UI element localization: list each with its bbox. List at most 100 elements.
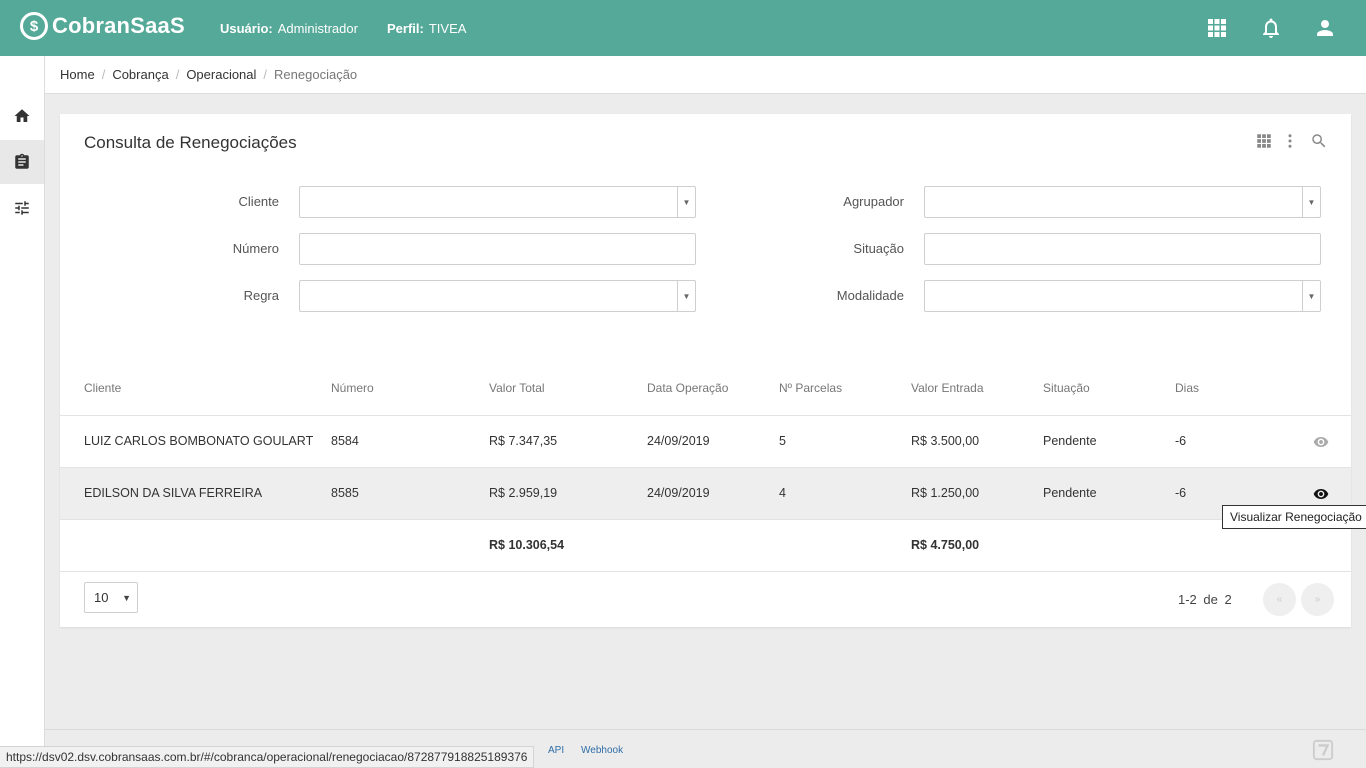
chevron-down-icon[interactable]: ▼ (1302, 187, 1320, 217)
modalidade-label: Modalidade (836, 288, 904, 303)
footer-link-api[interactable]: API (548, 745, 564, 756)
previous-page-button[interactable]: « (1263, 583, 1296, 616)
situacao-field[interactable] (924, 233, 1321, 265)
current-user: Usuário: Administrador (220, 21, 358, 36)
divider (60, 571, 1351, 572)
tune-sliders-icon (15, 201, 29, 215)
table-row[interactable]: LUIZ CARLOS BOMBONATO GOULART 8584 R$ 7.… (60, 415, 1351, 467)
sidebar (0, 56, 45, 768)
agrupador-select[interactable]: ▼ (924, 186, 1321, 218)
breadcrumb-separator: / (101, 67, 106, 82)
cell-valor-entrada: R$ 1.250,00 (911, 486, 980, 500)
pagination-total: 2 (1224, 592, 1232, 607)
user-label: Usuário: (220, 21, 273, 36)
modalidade-input[interactable] (925, 281, 1320, 311)
app-brand-name: CobranSaaS (52, 13, 185, 38)
home-icon (14, 109, 30, 122)
pagination-info: 1-2 de 2 (1178, 592, 1232, 607)
pagination-of: de (1203, 592, 1218, 607)
chevron-down-icon: ▼ (122, 592, 131, 603)
column-header-parcelas[interactable]: Nº Parcelas (779, 381, 842, 395)
chevron-down-icon[interactable]: ▼ (1302, 281, 1320, 311)
totals-row: R$ 10.306,54 R$ 4.750,00 (60, 519, 1351, 571)
cell-numero: 8585 (331, 486, 359, 500)
previous-page-label: « (1276, 594, 1283, 605)
profile-label: Perfil: (387, 21, 424, 36)
search-card: Consulta de Renegociações Cliente ▼ Núme… (60, 114, 1351, 627)
logo-dollar-icon: $ (20, 12, 48, 40)
clipboard-icon (15, 153, 29, 169)
breadcrumb-separator: / (175, 67, 180, 82)
table-row[interactable]: EDILSON DA SILVA FERREIRA 8585 R$ 2.959,… (60, 467, 1351, 519)
grid-view-icon[interactable] (1255, 132, 1273, 150)
next-page-label: » (1314, 594, 1321, 605)
cell-valor-total: R$ 2.959,19 (489, 486, 558, 500)
eye-icon[interactable] (1313, 434, 1329, 450)
regra-select[interactable]: ▼ (299, 280, 696, 312)
view-renegotiation-tooltip: Visualizar Renegociação (1222, 505, 1366, 529)
user-account-icon[interactable] (1313, 16, 1337, 40)
user-value: Administrador (277, 21, 358, 36)
cell-situacao: Pendente (1043, 434, 1097, 448)
total-valor-entrada: R$ 4.750,00 (911, 538, 980, 552)
cell-dias: -6 (1175, 486, 1187, 500)
chevron-down-icon[interactable]: ▼ (677, 187, 695, 217)
cell-parcelas: 5 (779, 434, 786, 448)
cliente-input[interactable] (300, 187, 695, 217)
apps-grid-icon[interactable] (1205, 16, 1229, 40)
more-vert-icon[interactable] (1281, 132, 1299, 150)
eye-icon[interactable] (1313, 486, 1329, 502)
cell-situacao: Pendente (1043, 486, 1097, 500)
top-app-bar: $ CobranSaaS Usuário: Administrador Perfi… (0, 0, 1366, 56)
pagination-range: 1-2 (1178, 592, 1197, 607)
breadcrumb-operacional[interactable]: Operacional (186, 67, 256, 82)
footer-brand-icon (1312, 739, 1334, 761)
column-header-data-operacao[interactable]: Data Operação (647, 381, 728, 395)
browser-status-url: https://dsv02.dsv.cobransaas.com.br/#/co… (0, 746, 535, 768)
app-logo[interactable]: $ CobranSaaS (20, 12, 185, 40)
situacao-label: Situação (853, 241, 904, 256)
regra-input[interactable] (300, 281, 695, 311)
column-header-valor-entrada[interactable]: Valor Entrada (911, 381, 984, 395)
breadcrumb-current: Renegociação (274, 67, 358, 82)
numero-input[interactable] (300, 234, 695, 264)
sidebar-item-home[interactable] (0, 94, 44, 138)
column-header-situacao[interactable]: Situação (1043, 381, 1090, 395)
cell-dias: -6 (1175, 434, 1187, 448)
current-profile: Perfil: TIVEA (387, 21, 466, 36)
breadcrumb-home[interactable]: Home (60, 67, 95, 82)
regra-label: Regra (243, 288, 279, 303)
numero-label: Número (232, 241, 279, 256)
sidebar-item-clipboard[interactable] (0, 140, 44, 184)
cell-data-operacao: 24/09/2019 (647, 486, 710, 500)
agrupador-input[interactable] (925, 187, 1320, 217)
column-header-dias[interactable]: Dias (1175, 381, 1199, 395)
search-icon[interactable] (1310, 132, 1328, 150)
column-header-numero[interactable]: Número (331, 381, 374, 395)
cell-cliente: EDILSON DA SILVA FERREIRA (84, 486, 263, 500)
numero-field[interactable] (299, 233, 696, 265)
chevron-down-icon[interactable]: ▼ (677, 281, 695, 311)
page-title: Consulta de Renegociações (84, 133, 297, 152)
breadcrumb-cobranca[interactable]: Cobrança (112, 67, 168, 82)
cliente-select[interactable]: ▼ (299, 186, 696, 218)
cell-parcelas: 4 (779, 486, 786, 500)
footer-link-webhook[interactable]: Webhook (581, 745, 623, 756)
profile-value: TIVEA (428, 21, 467, 36)
page-size-select[interactable]: 10 ▼ (84, 582, 138, 613)
cell-cliente: LUIZ CARLOS BOMBONATO GOULART (84, 434, 314, 448)
modalidade-select[interactable]: ▼ (924, 280, 1321, 312)
agrupador-label: Agrupador (843, 194, 904, 209)
cell-valor-total: R$ 7.347,35 (489, 434, 558, 448)
situacao-input[interactable] (925, 234, 1320, 264)
cell-valor-entrada: R$ 3.500,00 (911, 434, 980, 448)
cell-numero: 8584 (331, 434, 359, 448)
column-header-valor-total[interactable]: Valor Total (489, 381, 545, 395)
cliente-label: Cliente (238, 194, 279, 209)
bell-icon[interactable] (1259, 16, 1283, 40)
total-valor-total: R$ 10.306,54 (489, 538, 565, 552)
sidebar-item-settings[interactable] (0, 186, 44, 230)
column-header-cliente[interactable]: Cliente (84, 381, 121, 395)
breadcrumb: Home / Cobrança / Operacional / Renegoci… (45, 56, 1366, 94)
next-page-button[interactable]: » (1301, 583, 1334, 616)
